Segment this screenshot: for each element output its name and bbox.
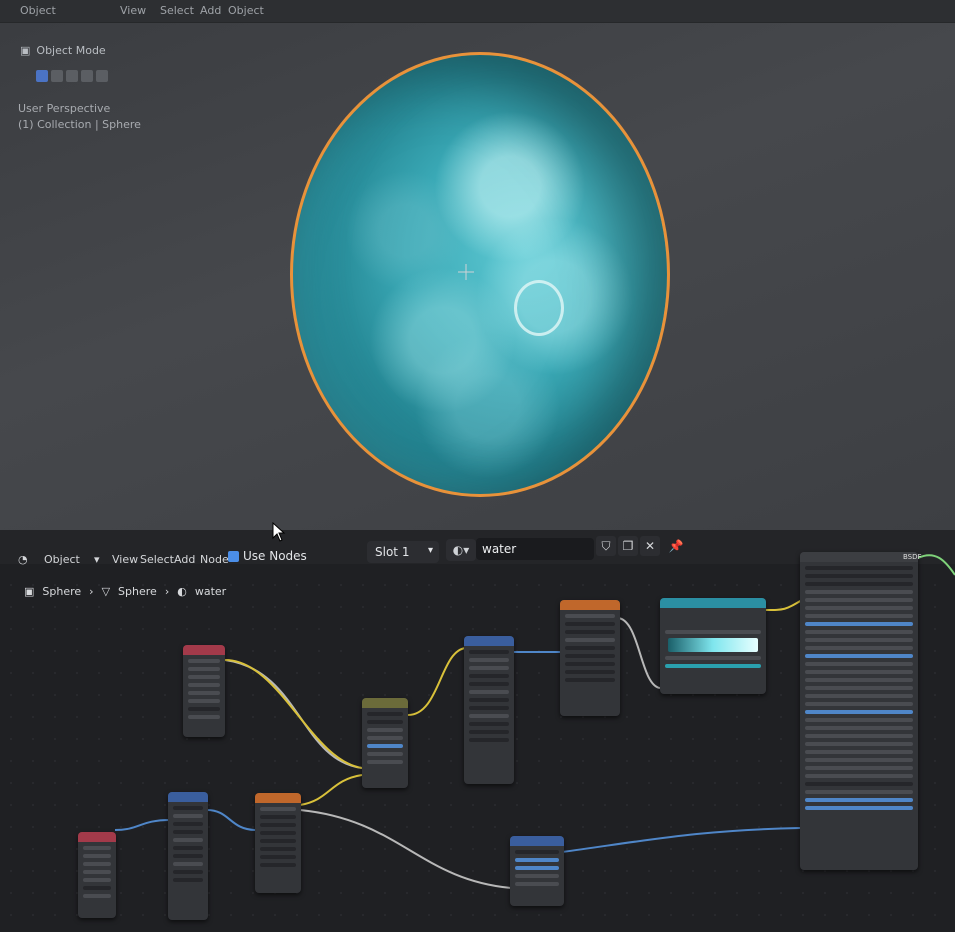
node-bump[interactable] — [510, 836, 564, 906]
view-perspective-text: User Perspective — [18, 102, 111, 115]
mouse-cursor-icon — [272, 522, 286, 542]
node-color-ramp[interactable] — [660, 598, 766, 694]
viewport-menu-add[interactable]: Add — [200, 4, 221, 17]
viewport-menu-view[interactable]: View — [120, 4, 146, 17]
crater-ring — [514, 280, 564, 336]
node-header — [168, 792, 208, 802]
link-yellow — [224, 659, 363, 769]
planet-sphere[interactable] — [290, 52, 670, 497]
mode-icon: ▣ — [20, 43, 31, 57]
node-mix[interactable] — [362, 698, 408, 788]
node-header — [464, 636, 514, 646]
select-mode-tools — [36, 70, 108, 82]
link-mapping2-noise2 — [206, 809, 257, 831]
node-header — [183, 645, 225, 655]
node-header — [78, 832, 116, 842]
link-noise2-bump — [299, 809, 513, 889]
viewport-menu-object[interactable]: Object — [20, 4, 56, 17]
node-mapping-2[interactable] — [168, 792, 208, 920]
node-texture-coordinate[interactable] — [183, 645, 225, 737]
link-bump-normal — [561, 827, 801, 853]
node-header — [560, 600, 620, 610]
node-principled-bsdf[interactable] — [800, 552, 918, 870]
node-texture-coordinate-2[interactable] — [78, 832, 116, 918]
3d-cursor-icon — [458, 264, 474, 280]
node-header — [362, 698, 408, 708]
mode-selector[interactable]: ▣ Object Mode — [20, 40, 106, 60]
link-coord-mapping2 — [114, 819, 171, 831]
collection-info-text: (1) Collection | Sphere — [18, 118, 141, 131]
link-ramp-bsdf — [764, 599, 803, 611]
node-header — [510, 836, 564, 846]
select-intersect-icon[interactable] — [96, 70, 108, 82]
link-noise2-mix — [299, 774, 363, 806]
selected-sphere-object[interactable] — [290, 52, 670, 497]
node-noise-texture-2[interactable] — [255, 793, 301, 893]
link-mix-mapping — [407, 647, 467, 716]
link-noise-ramp — [617, 617, 661, 689]
select-box-icon[interactable] — [36, 70, 48, 82]
link-bsdf-output — [917, 554, 955, 576]
node-mapping[interactable] — [464, 636, 514, 784]
mode-label: Object Mode — [36, 43, 106, 57]
bsdf-output-label: BSDF — [903, 553, 922, 561]
node-header — [660, 598, 766, 608]
select-extend-icon[interactable] — [51, 70, 63, 82]
viewport-header: Object View Select Add Object — [0, 0, 955, 23]
viewport-menu-select[interactable]: Select — [160, 4, 194, 17]
node-noise-texture[interactable] — [560, 600, 620, 716]
select-invert-icon[interactable] — [81, 70, 93, 82]
link-texcoord-mix — [224, 659, 363, 769]
3d-viewport[interactable]: Object View Select Add Object ▣ Object M… — [0, 0, 955, 530]
viewport-menu-object-2[interactable]: Object — [228, 4, 264, 17]
select-subtract-icon[interactable] — [66, 70, 78, 82]
node-header — [255, 793, 301, 803]
color-ramp-gradient[interactable] — [668, 638, 758, 652]
node-header — [800, 552, 918, 562]
